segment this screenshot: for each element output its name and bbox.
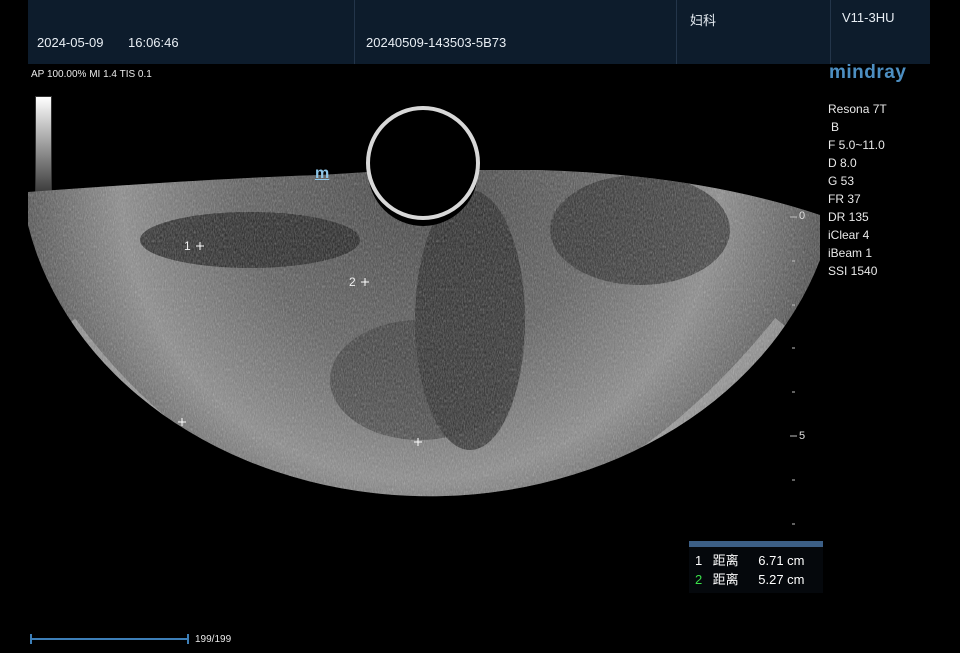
- measurement-1-label: 距离: [712, 553, 739, 568]
- measurement-1-index: 1: [695, 553, 703, 568]
- measurement-2-label: 距离: [712, 572, 739, 587]
- cine-frame-counter: 199/199: [195, 634, 232, 645]
- depth-label-0: 0: [799, 210, 806, 222]
- measurement-2-index: 2: [695, 572, 703, 587]
- measurement-row-2: 2 距离 5.27 cm: [695, 569, 805, 588]
- measurement-2-value: 5.27 cm: [758, 572, 805, 587]
- measurement-1-value: 6.71 cm: [758, 553, 805, 568]
- probe-aperture: [366, 106, 480, 220]
- probe-orientation-mark: m: [315, 165, 330, 182]
- caliper-1-label: 1: [184, 239, 191, 253]
- measurement-results-panel: 1 距离 6.71 cm 2 距离 5.27 cm: [689, 541, 823, 593]
- depth-label-5: 5: [799, 430, 806, 442]
- cine-progress-bar[interactable]: [28, 632, 193, 646]
- caliper-2-label: 2: [349, 275, 356, 289]
- measurement-row-1: 1 距离 6.71 cm: [695, 550, 805, 569]
